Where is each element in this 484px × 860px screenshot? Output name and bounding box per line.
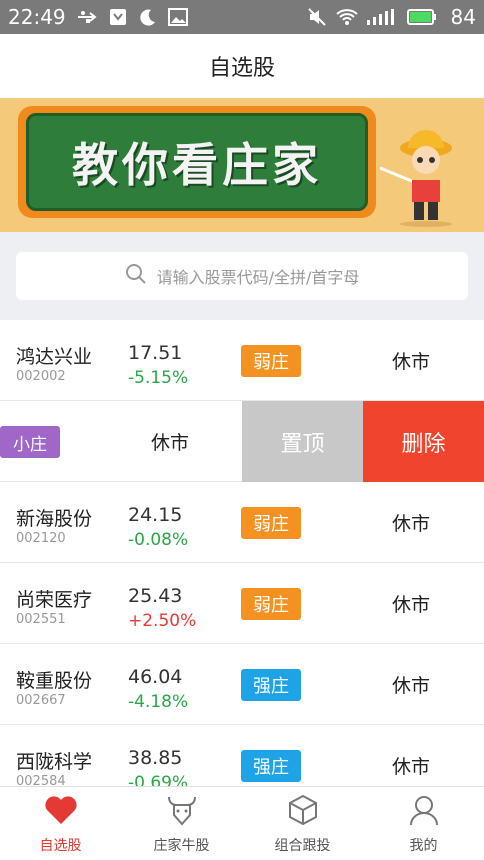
image-icon [166,5,190,29]
battery-icon [406,5,437,29]
stock-price: 24.15 [128,504,183,526]
stock-code: 002002 [16,369,66,384]
chalkboard-frame: 教你看庄家 [18,106,376,218]
cube-icon [285,793,321,827]
dealer-badge: 弱庄 [241,345,301,377]
stock-code: 002584 [16,774,66,786]
dealer-badge: 弱庄 [241,588,301,620]
user-icon [406,793,442,827]
stock-code: 002120 [16,531,66,546]
market-status: 休市 [392,594,431,616]
heart-icon [43,793,79,827]
market-status: 休市 [392,351,431,373]
stock-price: 46.04 [128,666,183,688]
stock-row[interactable]: 尚荣医疗 002551 25.43 +2.50% 弱庄 休市 [0,563,484,644]
dealer-badge: 弱庄 [241,507,301,539]
search-icon [125,263,147,289]
stock-row[interactable]: 鞍重股份 002667 46.04 -4.18% 强庄 休市 [0,644,484,725]
notification-icon [106,5,130,29]
search-input[interactable]: 请输入股票代码/全拼/首字母 [16,252,468,300]
stock-name: 西陇科学 [16,751,93,773]
tab-label: 自选股 [39,838,82,854]
stock-row-swiped[interactable]: 小庄 休市 置顶 删除 [0,401,484,482]
dealer-badge: 强庄 [241,750,301,782]
banner-text: 教你看庄家 [72,138,322,192]
stock-change: +2.50% [128,611,197,631]
tab-watchlist[interactable]: 自选股 [0,787,121,860]
moon-icon [136,5,160,29]
stock-price: 38.85 [128,747,183,769]
stock-name: 尚荣医疗 [16,589,93,611]
stock-code: 002551 [16,612,66,627]
wifi-icon [335,5,359,29]
pin-to-top-button[interactable]: 置顶 [242,401,363,482]
market-status: 休市 [392,513,431,535]
tab-label: 组合跟投 [274,838,331,854]
tab-label: 庄家牛股 [153,838,210,854]
stock-price: 17.51 [128,342,183,364]
market-status: 休市 [392,675,431,697]
market-status: 休市 [151,432,190,454]
stock-change: -0.08% [128,530,189,550]
stock-name: 鸿达兴业 [16,346,93,368]
tab-dealer-stocks[interactable]: 庄家牛股 [121,787,242,860]
stock-change: -4.18% [128,692,189,712]
tab-portfolio-follow[interactable]: 组合跟投 [242,787,363,860]
battery-level: 84 [450,5,476,29]
tab-me[interactable]: 我的 [363,787,484,860]
mute-icon [305,5,329,29]
promo-banner[interactable]: 教你看庄家 [0,98,484,232]
dealer-badge: 小庄 [0,426,60,458]
stock-row[interactable]: 鸿达兴业 002002 17.51 -5.15% 弱庄 休市 [0,320,484,401]
status-bar: 22:49 84 [0,0,484,34]
signal-icon [365,5,401,29]
status-right: 84 [305,5,476,29]
stock-change: -5.15% [128,368,189,388]
bottom-tab-bar: 自选股 庄家牛股 组合跟投 我的 [0,786,484,860]
search-placeholder: 请输入股票代码/全拼/首字母 [156,268,360,287]
chalkboard: 教你看庄家 [26,113,368,211]
dealer-badge: 强庄 [241,669,301,701]
app-header: 自选股 [0,34,484,98]
status-time: 22:49 [8,5,66,29]
search-section: 请输入股票代码/全拼/首字母 [0,232,484,320]
market-status: 休市 [392,756,431,778]
stock-row[interactable]: 西陇科学 002584 38.85 -0.69% 强庄 休市 [0,725,484,786]
usb-icon [76,5,100,29]
tab-label: 我的 [409,838,438,854]
stock-price: 25.43 [128,585,183,607]
stock-name: 鞍重股份 [16,670,93,692]
page-title: 自选股 [208,56,275,81]
stock-list: 鸿达兴业 002002 17.51 -5.15% 弱庄 休市 小庄 休市 置顶 … [0,320,484,786]
stock-name: 新海股份 [16,508,93,530]
bull-icon [164,793,200,827]
cartoon-teacher-illustration [380,130,452,227]
delete-button[interactable]: 删除 [363,401,484,482]
stock-change: -0.69% [128,773,189,786]
stock-code: 002667 [16,693,66,708]
stock-row[interactable]: 新海股份 002120 24.15 -0.08% 弱庄 休市 [0,482,484,563]
